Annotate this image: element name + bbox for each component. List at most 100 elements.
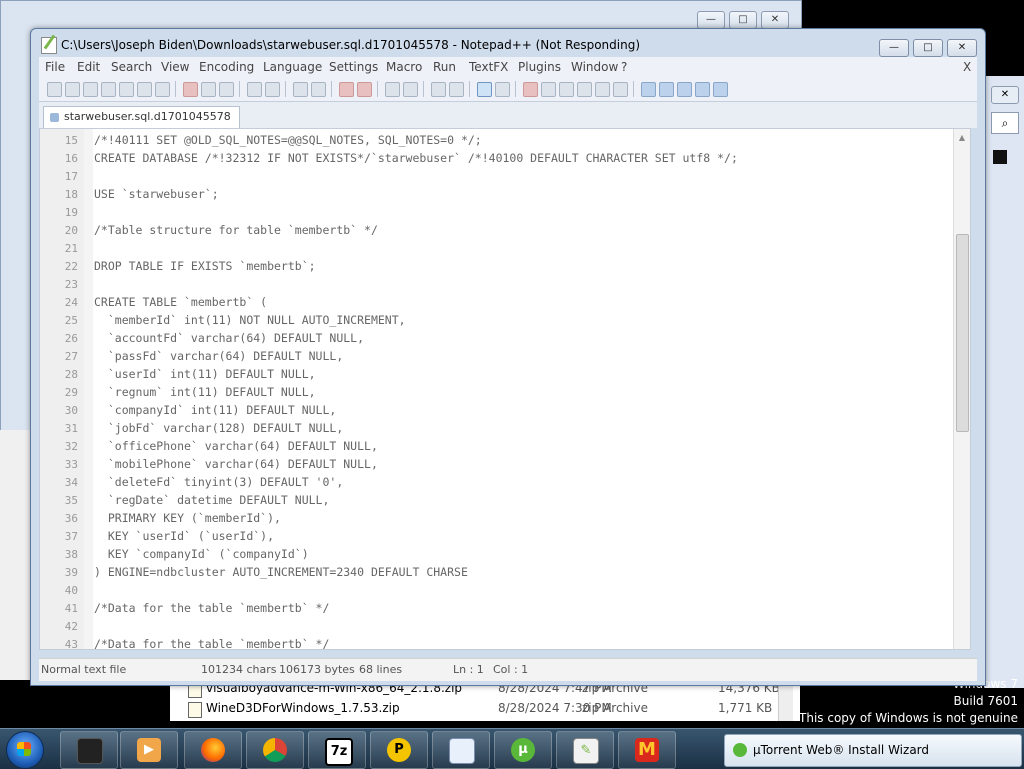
spell-check-icon[interactable] [713, 82, 728, 97]
close-document-icon[interactable]: X [963, 60, 971, 74]
search-icon[interactable]: ⌕ [991, 112, 1019, 134]
menu-window[interactable]: Window [571, 60, 618, 74]
menu-view[interactable]: View [161, 60, 189, 74]
stop-macro-icon[interactable] [541, 82, 556, 97]
copy-icon[interactable] [201, 82, 216, 97]
code-line[interactable]: `accountFd` varchar(64) DEFAULT NULL, [94, 331, 954, 345]
title-bar[interactable]: C:\Users\Joseph Biden\Downloads\starwebu… [39, 33, 977, 59]
code-line[interactable]: `memberId` int(11) NOT NULL AUTO_INCREME… [94, 313, 954, 327]
menu-language[interactable]: Language [263, 60, 322, 74]
indent-guide-icon[interactable] [477, 82, 492, 97]
taskbar-utorrent-wizard[interactable]: µTorrent Web® Install Wizard [724, 734, 1022, 767]
sync-vertical-icon[interactable] [385, 82, 400, 97]
code-line[interactable]: `deleteFd` tinyint(3) DEFAULT '0', [94, 475, 954, 489]
code-line[interactable]: /*Data for the table `membertb` */ [94, 637, 954, 649]
taskbar-app-terminal[interactable] [60, 731, 118, 769]
record-macro-icon[interactable] [523, 82, 538, 97]
code-line[interactable]: ) ENGINE=ndbcluster AUTO_INCREMENT=2340 … [94, 565, 954, 579]
code-line[interactable]: USE `starwebuser`; [94, 187, 954, 201]
wrap-text-icon[interactable] [641, 82, 656, 97]
code-line[interactable]: CREATE DATABASE /*!32312 IF NOT EXISTS*/… [94, 151, 954, 165]
word-wrap-icon[interactable] [431, 82, 446, 97]
undo-icon[interactable] [247, 82, 262, 97]
maximize-icon[interactable]: □ [729, 11, 757, 29]
menu-plugins[interactable]: Plugins [518, 60, 561, 74]
zoom-in-icon[interactable] [339, 82, 354, 97]
sync-horizontal-icon[interactable] [403, 82, 418, 97]
code-editor[interactable]: 15 /*!40111 SET @OLD_SQL_NOTES=@@SQL_NOTE… [39, 128, 971, 650]
close-button[interactable]: ✕ [947, 39, 977, 57]
notepad-window[interactable]: C:\Users\Joseph Biden\Downloads\starwebu… [30, 28, 986, 686]
code-line[interactable]: `companyId` int(11) DEFAULT NULL, [94, 403, 954, 417]
zoom-out-icon[interactable] [357, 82, 372, 97]
minimize-icon[interactable]: — [697, 11, 725, 29]
taskbar-app-7zip[interactable]: 7z [308, 731, 366, 769]
code-line[interactable]: `jobFd` varchar(128) DEFAULT NULL, [94, 421, 954, 435]
tab-starwebuser[interactable]: starwebuser.sql.d1701045578 [43, 106, 240, 129]
menu-macro[interactable]: Macro [386, 60, 422, 74]
taskbar-app-chrome[interactable] [246, 731, 304, 769]
save-all-icon[interactable] [101, 82, 116, 97]
minimize-button[interactable]: — [879, 39, 909, 57]
maximize-button[interactable]: □ [913, 39, 943, 57]
background-right-window[interactable]: ✕ ⌕ [984, 76, 1024, 688]
close-all-icon[interactable] [137, 82, 152, 97]
open-file-icon[interactable] [65, 82, 80, 97]
taskbar-app-yellow[interactable]: P [370, 731, 428, 769]
trim-icon[interactable] [613, 82, 628, 97]
cut-icon[interactable] [183, 82, 198, 97]
code-line[interactable]: KEY `userId` (`userId`), [94, 529, 954, 543]
taskbar-app-document[interactable] [432, 731, 490, 769]
code-line[interactable]: `officePhone` varchar(64) DEFAULT NULL, [94, 439, 954, 453]
paste-icon[interactable] [219, 82, 234, 97]
new-file-icon[interactable] [47, 82, 62, 97]
code-line[interactable]: `regnum` int(11) DEFAULT NULL, [94, 385, 954, 399]
taskbar-app-media-player[interactable]: ▶ [120, 731, 178, 769]
replace-icon[interactable] [311, 82, 326, 97]
play-multiple-icon[interactable] [577, 82, 592, 97]
close-tab-icon[interactable] [119, 82, 134, 97]
menu-help[interactable]: ? [621, 60, 627, 74]
menu-search[interactable]: Search [111, 60, 152, 74]
taskbar-app-notepadpp[interactable]: ✎ [556, 731, 614, 769]
code-line[interactable]: /*!40111 SET @OLD_SQL_NOTES=@@SQL_NOTES,… [94, 133, 954, 147]
code-line[interactable]: `mobilePhone` varchar(64) DEFAULT NULL, [94, 457, 954, 471]
menu-run[interactable]: Run [433, 60, 456, 74]
line-number: 41 [64, 602, 78, 615]
menu-edit[interactable]: Edit [77, 60, 100, 74]
code-line[interactable]: KEY `companyId` (`companyId`) [94, 547, 954, 561]
up-icon[interactable] [659, 82, 674, 97]
code-line[interactable]: /*Table structure for table `membertb` *… [94, 223, 954, 237]
show-all-chars-icon[interactable] [449, 82, 464, 97]
play-macro-icon[interactable] [559, 82, 574, 97]
menu-encoding[interactable]: Encoding [199, 60, 254, 74]
taskbar-app-firefox[interactable] [184, 731, 242, 769]
save-icon[interactable] [83, 82, 98, 97]
code-line[interactable]: `regDate` datetime DEFAULT NULL, [94, 493, 954, 507]
code-line[interactable]: /*Data for the table `membertb` */ [94, 601, 954, 615]
language-icon[interactable] [495, 82, 510, 97]
close-icon[interactable]: ✕ [761, 11, 789, 29]
menu-settings[interactable]: Settings [329, 60, 378, 74]
taskbar-app-utorrent[interactable]: µ [494, 731, 552, 769]
save-macro-icon[interactable] [595, 82, 610, 97]
redo-icon[interactable] [265, 82, 280, 97]
find-icon[interactable] [293, 82, 308, 97]
code-line[interactable]: `userId` int(11) DEFAULT NULL, [94, 367, 954, 381]
menu-textfx[interactable]: TextFX [469, 60, 508, 74]
code-line[interactable]: `passFd` varchar(64) DEFAULT NULL, [94, 349, 954, 363]
code-line[interactable]: PRIMARY KEY (`memberId`), [94, 511, 954, 525]
scroll-thumb[interactable] [956, 234, 969, 432]
start-button[interactable] [6, 731, 44, 769]
code-line[interactable]: DROP TABLE IF EXISTS `membertb`; [94, 259, 954, 273]
sort-icon[interactable] [695, 82, 710, 97]
print-icon[interactable] [155, 82, 170, 97]
vertical-scrollbar[interactable]: ▲ [953, 129, 970, 649]
scroll-up-icon[interactable]: ▲ [957, 133, 967, 143]
menu-file[interactable]: File [45, 60, 65, 74]
file-row[interactable]: WineD3DForWindows_1.7.53.zip 8/28/2024 7… [186, 699, 786, 719]
taskbar-app-mcdonalds[interactable]: M [618, 731, 676, 769]
close-icon[interactable]: ✕ [991, 86, 1019, 104]
code-line[interactable]: CREATE TABLE `membertb` ( [94, 295, 954, 309]
down-icon[interactable] [677, 82, 692, 97]
